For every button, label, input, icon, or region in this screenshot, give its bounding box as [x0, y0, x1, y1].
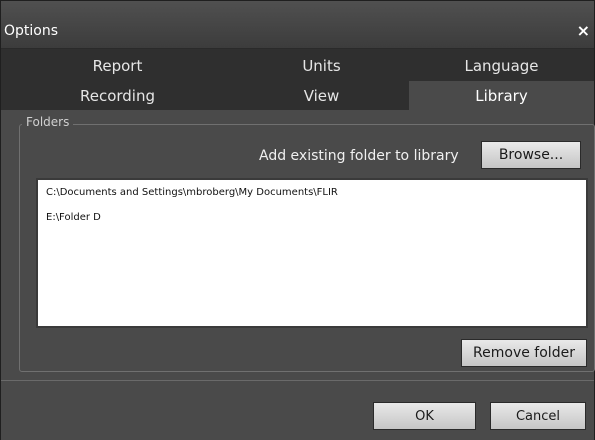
tab-row-2: Recording View Library	[1, 81, 594, 111]
list-item[interactable]: E:\Folder D	[38, 205, 586, 230]
add-folder-label: Add existing folder to library	[259, 148, 459, 164]
tab-language[interactable]: Language	[409, 51, 594, 81]
list-item[interactable]: C:\Documents and Settings\mbroberg\My Do…	[38, 180, 586, 205]
browse-button[interactable]: Browse...	[481, 141, 581, 169]
ok-button[interactable]: OK	[373, 402, 476, 430]
remove-folder-button[interactable]: Remove folder	[461, 339, 587, 367]
tab-recording[interactable]: Recording	[1, 81, 234, 111]
options-dialog: Options × Report Units Language Recordin…	[0, 0, 595, 440]
title-bar: Options ×	[1, 1, 594, 49]
dialog-footer: OK Cancel	[1, 380, 594, 440]
cancel-button[interactable]: Cancel	[490, 402, 586, 430]
tab-bar: Report Units Language Recording View Lib…	[1, 49, 594, 111]
tab-library[interactable]: Library	[409, 81, 594, 111]
folder-list[interactable]: C:\Documents and Settings\mbroberg\My Do…	[36, 178, 588, 328]
library-panel: Folders Add existing folder to library B…	[1, 110, 595, 380]
close-icon[interactable]: ×	[577, 21, 590, 40]
tab-report[interactable]: Report	[1, 51, 234, 81]
window-title: Options	[4, 23, 59, 39]
tab-view[interactable]: View	[234, 81, 409, 111]
tab-row-1: Report Units Language	[1, 51, 594, 81]
folders-legend: Folders	[22, 115, 74, 129]
tab-units[interactable]: Units	[234, 51, 409, 81]
